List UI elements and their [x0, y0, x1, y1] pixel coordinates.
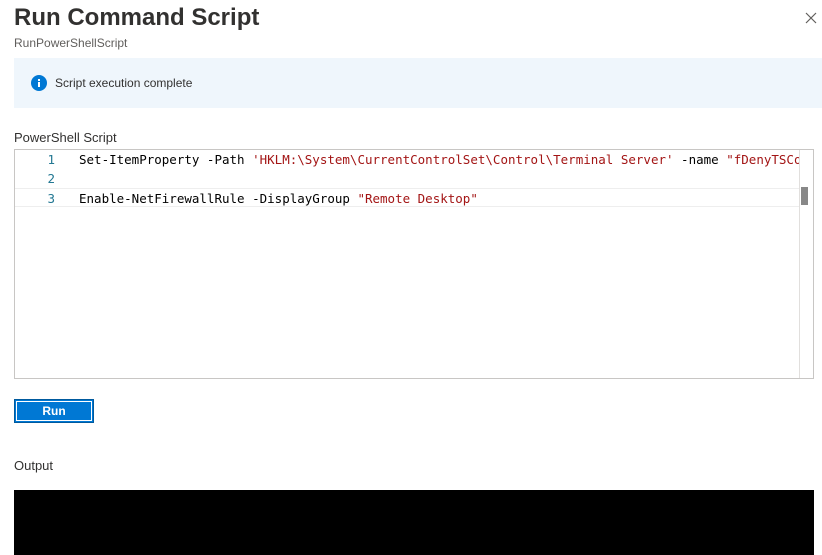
line-number: 3 [47, 191, 55, 206]
code-param: -name [673, 152, 727, 167]
run-button[interactable]: Run [14, 399, 94, 423]
scrollbar-thumb[interactable] [801, 187, 808, 205]
script-label: PowerShell Script [14, 130, 117, 145]
script-editor[interactable]: 1 Set-ItemProperty -Path 'HKLM:\System\C… [14, 149, 814, 379]
close-icon [805, 12, 817, 24]
code-line: 2 [15, 169, 800, 188]
code-cmd: Enable-NetFirewallRule -DisplayGroup [79, 191, 358, 206]
line-number: 1 [47, 152, 55, 167]
info-icon [31, 75, 47, 91]
code-line: 1 Set-ItemProperty -Path 'HKLM:\System\C… [15, 150, 800, 169]
code-string: 'HKLM:\System\CurrentControlSet\Control\… [252, 152, 674, 167]
output-label: Output [14, 458, 54, 473]
code-string: "fDenyTSConnections" [726, 152, 800, 167]
code-text: Set-ItemProperty -Path 'HKLM:\System\Cur… [79, 150, 800, 169]
page-title: Run Command Script [14, 4, 260, 31]
output-console [14, 490, 814, 555]
line-number: 2 [47, 171, 55, 186]
close-button[interactable] [800, 9, 822, 29]
code-line: 3 Enable-NetFirewallRule -DisplayGroup "… [15, 188, 800, 207]
banner-message: Script execution complete [55, 76, 193, 90]
editor-scrollbar[interactable] [799, 150, 813, 378]
status-banner: Script execution complete [14, 58, 822, 108]
code-text: Enable-NetFirewallRule -DisplayGroup "Re… [79, 189, 478, 206]
page-subtitle: RunPowerShellScript [14, 36, 128, 50]
code-cmd: Set-ItemProperty -Path [79, 152, 253, 167]
code-string: "Remote Desktop" [357, 191, 478, 206]
